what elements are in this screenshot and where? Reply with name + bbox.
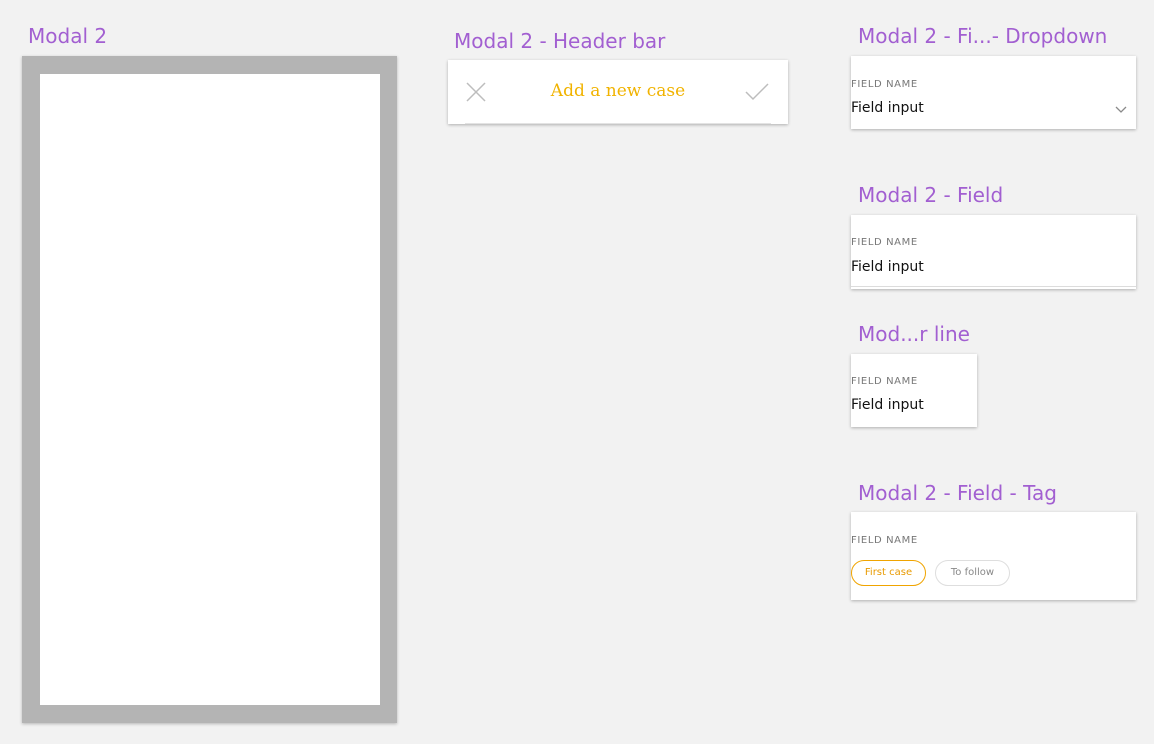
artboard-title-tag: Modal 2 - Field - Tag [858,481,1057,505]
text-field[interactable]: FIELD NAME Field input [851,215,1136,289]
field-label: FIELD NAME [851,376,918,387]
tag-first-case[interactable]: First case [851,560,926,586]
artboard-title-short-field: Mod...r line [858,322,970,346]
header-title: Add a new case [550,81,686,101]
field-value: Field input [851,397,924,413]
field-label: FIELD NAME [851,79,918,90]
field-label: FIELD NAME [851,535,918,546]
check-icon[interactable] [744,81,770,103]
artboard-title-field: Modal 2 - Field [858,183,1004,207]
short-text-field[interactable]: FIELD NAME Field input [851,354,977,427]
close-icon[interactable] [465,81,487,103]
tag-field: FIELD NAME First case To follow [851,512,1136,600]
modal-sheet [40,74,380,705]
field-underline [851,286,1136,287]
field-value: Field input [851,100,924,116]
artboard-title-modal: Modal 2 [28,24,108,48]
header-bar: Add a new case [448,60,788,124]
field-value: Field input [851,259,924,275]
chevron-down-icon[interactable] [1114,104,1128,114]
artboard-title-header-bar: Modal 2 - Header bar [454,29,666,53]
artboard-title-dropdown: Modal 2 - Fi...- Dropdown [858,24,1108,48]
modal-overlay [22,56,397,723]
tag-to-follow[interactable]: To follow [935,560,1010,586]
dropdown-field[interactable]: FIELD NAME Field input [851,56,1136,129]
field-label: FIELD NAME [851,237,918,248]
header-divider [465,123,771,124]
